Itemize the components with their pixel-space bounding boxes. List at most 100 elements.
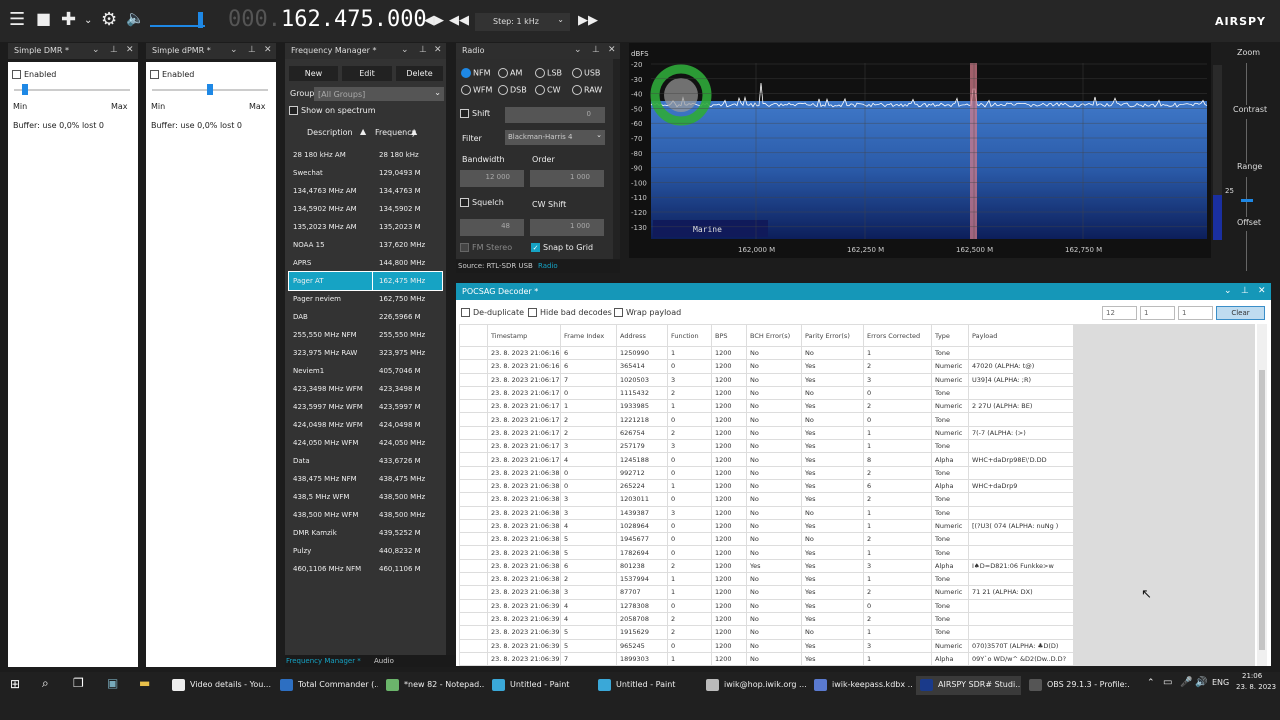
- checkbox-box[interactable]: [461, 308, 470, 317]
- checkbox-box[interactable]: [460, 109, 469, 118]
- fm-list-item[interactable]: DMR Kamzik 439,5252 M: [289, 524, 442, 542]
- fm-list-item[interactable]: Swechat 129,0493 M: [289, 164, 442, 182]
- checkbox-box[interactable]: [289, 106, 298, 115]
- close-icon[interactable]: ✕: [1258, 286, 1266, 296]
- taskbar-app-button[interactable]: Video details - You...: [168, 676, 272, 695]
- col-description[interactable]: Description: [307, 128, 353, 137]
- radio-circle[interactable]: [572, 85, 582, 95]
- spectrum-svg[interactable]: -20 -30 -40 -50 -60 -70 -80 -90 -100 -110 -120 -130…: [629, 43, 1211, 258]
- volume-slider[interactable]: [150, 12, 205, 28]
- deduplicate-checkbox[interactable]: De-duplicate: [461, 308, 524, 317]
- mode-am-radio[interactable]: AM: [498, 68, 522, 78]
- fm-list-item[interactable]: 438,500 MHz WFM 438,500 MHz: [289, 506, 442, 524]
- vfo-frequency[interactable]: 000.162.475.000: [228, 7, 427, 32]
- table-row[interactable]: 23. 8. 2023 21:06:17 2 1221218 0 1200 No No 0 To…: [459, 412, 1073, 427]
- table-row[interactable]: 23. 8. 2023 21:06:39 4 2058708 2 1200 No Yes 2 T…: [459, 611, 1073, 627]
- pin-icon[interactable]: ⊥: [592, 45, 600, 55]
- fm-list-item[interactable]: NOAA 15 137,620 MHz: [289, 236, 442, 254]
- radio-circle[interactable]: [498, 68, 508, 78]
- table-row[interactable]: 23. 8. 2023 21:06:38 4 1028964 0 1200 No Yes 1 N…: [459, 518, 1073, 534]
- table-row[interactable]: 23. 8. 2023 21:06:38 3 87707 1 1200 No Yes 2 Num…: [459, 585, 1073, 600]
- fm-list-item[interactable]: 424,050 MHz WFM 424,050 MHz: [289, 434, 442, 452]
- close-icon[interactable]: ✕: [126, 45, 134, 55]
- radio-circle[interactable]: [461, 68, 471, 78]
- number-input-3[interactable]: 1: [1178, 306, 1213, 320]
- clock-time[interactable]: 21:06: [1242, 672, 1262, 680]
- app-icon[interactable]: ▣: [107, 676, 118, 690]
- fast-forward-icon[interactable]: ▶▶: [578, 13, 598, 28]
- fm-list-item[interactable]: 424,0498 MHz WFM 424,0498 M: [289, 416, 442, 434]
- fm-list-item[interactable]: Pager neviem 162,750 MHz: [289, 290, 442, 308]
- search-icon[interactable]: ⌕: [42, 676, 49, 691]
- add-icon[interactable]: ✚: [61, 9, 76, 30]
- table-row[interactable]: 23. 8. 2023 21:06:16 6 1250990 1 1200 No No 1 To…: [459, 345, 1073, 361]
- filter-select[interactable]: Blackman-Harris 4 ⌄: [505, 130, 605, 145]
- mode-raw-radio[interactable]: RAW: [572, 85, 602, 95]
- column-header[interactable]: Payload: [968, 324, 1073, 347]
- table-row[interactable]: 23. 8. 2023 21:06:39 5 1915629 2 1200 No No 1 To…: [459, 625, 1073, 640]
- column-header[interactable]: Function: [667, 324, 712, 347]
- fm-list-item[interactable]: Pulzy 440,8232 M: [289, 542, 442, 560]
- chevron-down-icon[interactable]: ⌄: [92, 45, 100, 55]
- taskbar-app-button[interactable]: Total Commander (...: [276, 676, 378, 695]
- range-knob[interactable]: [1241, 199, 1253, 202]
- table-row[interactable]: 23. 8. 2023 21:06:38 5 1782694 0 1200 No Yes 1 T…: [459, 545, 1073, 560]
- waterfall-level-bar[interactable]: [1213, 65, 1222, 240]
- play-stop-icon[interactable]: ■: [36, 9, 51, 28]
- table-row[interactable]: 23. 8. 2023 21:06:17 3 257179 3 1200 No Yes 1 To…: [459, 439, 1073, 454]
- chevron-down-icon[interactable]: ⌄: [230, 45, 238, 55]
- table-row[interactable]: 23. 8. 2023 21:06:17 1 1933985 1 1200 No Yes 2 N…: [459, 399, 1073, 414]
- close-icon[interactable]: ✕: [608, 45, 616, 55]
- pin-icon[interactable]: ⊥: [419, 45, 427, 55]
- tab-radio[interactable]: Radio: [538, 262, 558, 270]
- table-row[interactable]: 23. 8. 2023 21:06:38 6 801238 2 1200 Yes Yes 3 A…: [459, 558, 1073, 574]
- fm-list-item[interactable]: APRS 144,800 MHz: [289, 254, 442, 272]
- zoom-slider[interactable]: [1246, 63, 1247, 105]
- column-header[interactable]: Timestamp: [487, 324, 561, 347]
- radio-circle[interactable]: [535, 68, 545, 78]
- mode-nfm-radio[interactable]: NFM: [461, 68, 491, 78]
- vfo-marker[interactable]: [970, 63, 977, 239]
- table-row[interactable]: 23. 8. 2023 21:06:39 4 1278308 0 1200 No Yes 0 T…: [459, 598, 1073, 613]
- clear-button[interactable]: Clear: [1216, 306, 1265, 320]
- fm-list-item[interactable]: Pager AT 162,475 MHz: [288, 271, 443, 291]
- task-view-icon[interactable]: ❐: [73, 676, 84, 690]
- fm-list-item[interactable]: 135,2023 MHz AM 135,2023 M: [289, 218, 442, 236]
- delete-button[interactable]: Delete: [396, 66, 443, 81]
- language-indicator[interactable]: ENG: [1212, 678, 1229, 687]
- fm-list-item[interactable]: 438,5 MHz WFM 438,500 MHz: [289, 488, 442, 506]
- checkbox-box[interactable]: [150, 70, 159, 79]
- radio-circle[interactable]: [535, 85, 545, 95]
- fm-list-item[interactable]: 28 180 kHz AM 28 180 kHz: [289, 146, 442, 164]
- chevron-down-icon[interactable]: ⌄: [1224, 286, 1232, 296]
- table-row[interactable]: 23. 8. 2023 21:06:38 2 1537994 1 1200 No Yes 1 T…: [459, 572, 1073, 587]
- checkbox-box[interactable]: [528, 308, 537, 317]
- cwshift-input[interactable]: 1 000: [530, 219, 604, 236]
- menu-icon[interactable]: ☰: [9, 9, 25, 30]
- edit-button[interactable]: Edit: [342, 66, 392, 81]
- scroll-thumb[interactable]: [1259, 370, 1265, 650]
- mode-dsb-radio[interactable]: DSB: [498, 85, 527, 95]
- squelch-input[interactable]: 48: [460, 219, 524, 236]
- close-icon[interactable]: ✕: [434, 45, 442, 55]
- taskbar-app-button[interactable]: iwik@hop.iwik.org ...: [702, 676, 806, 695]
- scrollbar[interactable]: [613, 59, 620, 259]
- range-slider[interactable]: [1246, 177, 1247, 217]
- dpmr-slider-knob[interactable]: [207, 84, 213, 95]
- number-input-1[interactable]: 12: [1102, 306, 1137, 320]
- radio-circle[interactable]: [572, 68, 582, 78]
- fm-stereo-checkbox[interactable]: FM Stereo: [460, 243, 512, 252]
- clock-date[interactable]: 23. 8. 2023: [1236, 683, 1276, 691]
- offset-slider[interactable]: [1246, 231, 1247, 271]
- volume-icon[interactable]: 🔊: [1195, 677, 1207, 688]
- gear-icon[interactable]: ⚙: [101, 9, 117, 30]
- new-button[interactable]: New: [289, 66, 338, 81]
- pin-icon[interactable]: ⊥: [1241, 286, 1249, 296]
- taskbar-app-button[interactable]: Untitled - Paint: [594, 676, 698, 695]
- fm-list-item[interactable]: 438,475 MHz NFM 438,475 MHz: [289, 470, 442, 488]
- tuning-knob[interactable]: [664, 78, 698, 112]
- tab-audio[interactable]: Audio: [374, 657, 394, 665]
- pin-icon[interactable]: ⊥: [248, 45, 256, 55]
- table-row[interactable]: 23. 8. 2023 21:06:38 0 265224 1 1200 No Yes 6 Al…: [459, 478, 1073, 494]
- table-row[interactable]: 23. 8. 2023 21:06:16 6 365414 0 1200 No Yes 2 Nu…: [459, 359, 1073, 374]
